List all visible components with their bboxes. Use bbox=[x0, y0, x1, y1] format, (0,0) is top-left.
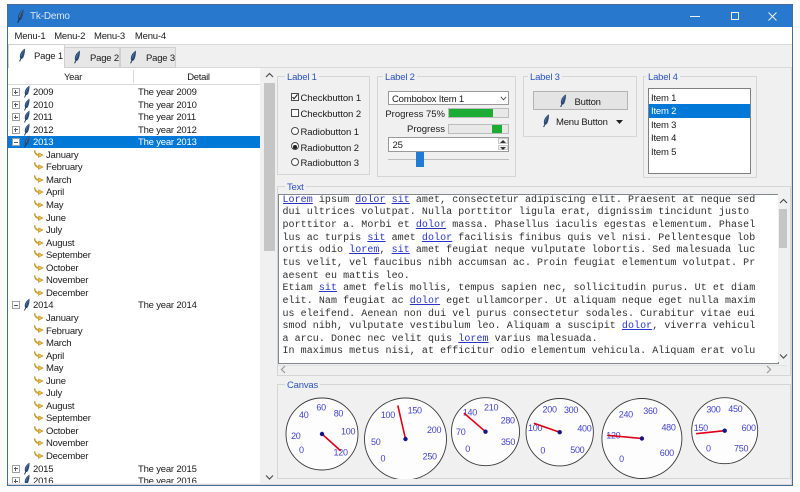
svg-text:500: 500 bbox=[570, 445, 584, 455]
svg-text:100: 100 bbox=[341, 426, 355, 436]
svg-text:80: 80 bbox=[334, 408, 344, 418]
svg-text:20: 20 bbox=[291, 431, 301, 441]
svg-text:120: 120 bbox=[334, 448, 348, 458]
svg-text:60: 60 bbox=[316, 403, 326, 413]
svg-text:70: 70 bbox=[456, 427, 466, 437]
svg-text:240: 240 bbox=[619, 410, 633, 420]
svg-text:150: 150 bbox=[408, 406, 422, 416]
svg-text:100: 100 bbox=[381, 410, 395, 420]
svg-text:0: 0 bbox=[706, 443, 711, 453]
svg-text:450: 450 bbox=[728, 404, 742, 414]
svg-text:50: 50 bbox=[371, 437, 381, 447]
svg-text:750: 750 bbox=[734, 443, 748, 453]
svg-text:0: 0 bbox=[299, 445, 304, 455]
svg-text:40: 40 bbox=[299, 410, 309, 420]
svg-text:250: 250 bbox=[423, 452, 437, 462]
svg-text:400: 400 bbox=[577, 424, 591, 434]
svg-text:300: 300 bbox=[564, 405, 578, 415]
svg-text:600: 600 bbox=[660, 448, 674, 458]
svg-text:600: 600 bbox=[742, 423, 756, 433]
svg-text:200: 200 bbox=[543, 404, 557, 414]
svg-text:0: 0 bbox=[619, 454, 624, 464]
svg-text:0: 0 bbox=[381, 454, 386, 464]
svg-text:140: 140 bbox=[463, 407, 477, 417]
svg-text:480: 480 bbox=[661, 423, 675, 433]
svg-text:0: 0 bbox=[465, 444, 470, 454]
svg-text:0: 0 bbox=[540, 445, 545, 455]
svg-text:350: 350 bbox=[501, 437, 515, 447]
svg-text:300: 300 bbox=[706, 404, 720, 414]
svg-text:200: 200 bbox=[427, 425, 441, 435]
svg-text:210: 210 bbox=[484, 403, 498, 413]
svg-text:360: 360 bbox=[643, 406, 657, 416]
svg-text:280: 280 bbox=[501, 416, 515, 426]
svg-text:150: 150 bbox=[694, 423, 708, 433]
